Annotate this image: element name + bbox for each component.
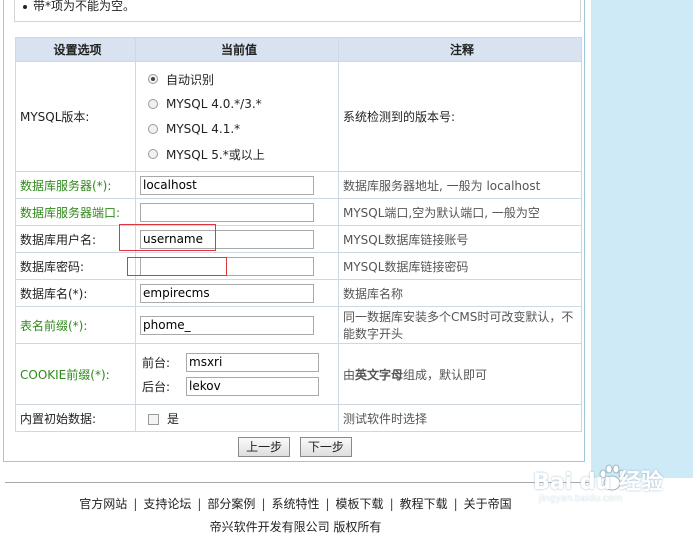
radio-checked-icon[interactable] — [148, 74, 158, 84]
mysql-version-label: MYSQL版本: — [15, 61, 136, 172]
footer-link-tutorials[interactable]: 教程下载 — [400, 497, 448, 511]
next-step-button[interactable]: 下一步 — [299, 437, 352, 457]
db-port-label: 数据库服务器端口: — [15, 198, 136, 226]
cookie-back-label: 后台: — [142, 379, 171, 394]
footer-divider — [5, 482, 589, 483]
cookie-back-input[interactable] — [186, 376, 319, 396]
footer-link-cases[interactable]: 部分案例 — [207, 497, 255, 511]
init-data-checkbox-cell[interactable]: 是 — [135, 404, 339, 432]
notice-text: 带*项为不能为空。 — [33, 0, 136, 13]
config-table: 设置选项 当前值 注释 MYSQL版本: 自动识别 MYSQL 4.0.*/3.… — [15, 37, 582, 432]
header-setting: 设置选项 — [15, 37, 136, 62]
cookie-front-label: 前台: — [142, 355, 171, 370]
db-port-input[interactable] — [140, 202, 314, 222]
prev-step-button[interactable]: 上一步 — [238, 437, 291, 457]
db-name-label: 数据库名(*): — [15, 279, 136, 307]
cookie-prefix-note: 由英文字母组成，默认即可 — [338, 343, 582, 405]
footer-link-features[interactable]: 系统特性 — [271, 497, 319, 511]
db-user-input[interactable] — [140, 229, 314, 249]
install-panel: 带*项为不能为空。 设置选项 当前值 注释 MYSQL版本: 自动识别 MYSQ… — [3, 0, 585, 462]
db-server-input[interactable] — [140, 175, 314, 195]
radio-icon[interactable] — [148, 99, 158, 109]
right-side-band — [591, 0, 693, 478]
db-port-note: MYSQL端口,空为默认端口, 一般为空 — [338, 198, 582, 226]
db-password-note: MYSQL数据库链接密码 — [338, 252, 582, 280]
copyright-text: 帝兴软件开发有限公司 版权所有 — [209, 520, 382, 534]
db-user-label: 数据库用户名: — [15, 225, 136, 253]
table-prefix-label: 表名前缀(*): — [15, 306, 136, 344]
db-password-input[interactable] — [140, 256, 314, 276]
radio-option-auto[interactable]: 自动识别 — [140, 67, 338, 92]
radio-icon[interactable] — [148, 124, 158, 134]
footer-link-templates[interactable]: 模板下载 — [336, 497, 384, 511]
mysql-version-options: 自动识别 MYSQL 4.0.*/3.* MYSQL 4.1.* MYSQL 5… — [135, 61, 339, 172]
db-user-note: MYSQL数据库链接账号 — [338, 225, 582, 253]
db-name-note: 数据库名称 — [338, 279, 582, 307]
db-password-label: 数据库密码: — [15, 252, 136, 280]
notice-box: 带*项为不能为空。 — [14, 0, 581, 22]
footer-link-about[interactable]: 关于帝国 — [464, 497, 512, 511]
baidu-watermark: Bai du 经验 jingyan.baidu.com — [533, 470, 663, 504]
table-prefix-input[interactable] — [140, 315, 314, 335]
init-data-note: 测试软件时选择 — [338, 404, 582, 432]
radio-option-mysql5[interactable]: MYSQL 5.*或以上 — [140, 142, 338, 167]
footer-links: 官方网站 | 支持论坛 | 部分案例 | 系统特性 | 模板下载 | 教程下载 | 关于帝国 — [79, 497, 512, 511]
cookie-prefix-fields: 前台: 后台: — [135, 343, 339, 405]
button-bar: 上一步 下一步 — [4, 437, 586, 457]
table-prefix-note: 同一数据库安装多个CMS时可改变默认，不能数字开头 — [338, 306, 582, 344]
init-data-checkbox-label: 是 — [167, 411, 180, 426]
header-current: 当前值 — [135, 37, 339, 62]
db-server-label: 数据库服务器(*): — [15, 171, 136, 199]
radio-option-mysql41[interactable]: MYSQL 4.1.* — [140, 117, 338, 142]
init-data-label: 内置初始数据: — [15, 404, 136, 432]
bullet-icon — [23, 4, 27, 9]
radio-icon[interactable] — [148, 149, 158, 159]
radio-option-mysql40[interactable]: MYSQL 4.0.*/3.* — [140, 92, 338, 117]
db-server-note: 数据库服务器地址, 一般为 localhost — [338, 171, 582, 199]
header-note: 注释 — [338, 37, 582, 62]
db-name-input[interactable] — [140, 283, 314, 303]
cookie-front-input[interactable] — [186, 352, 319, 372]
footer-link-forum[interactable]: 支持论坛 — [143, 497, 191, 511]
footer-link-official[interactable]: 官方网站 — [79, 497, 127, 511]
mysql-version-note: 系统检测到的版本号: — [338, 61, 582, 172]
init-data-checkbox[interactable] — [148, 413, 159, 425]
cookie-prefix-label: COOKIE前缀(*): — [15, 343, 136, 405]
